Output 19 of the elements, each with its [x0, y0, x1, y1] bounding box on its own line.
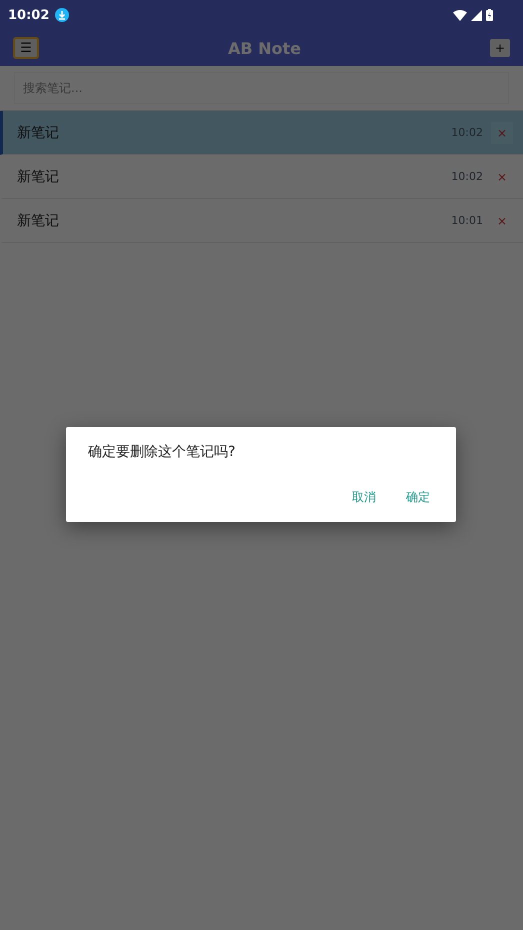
delete-button[interactable]: × — [491, 122, 513, 144]
status-time: 10:02 — [8, 8, 50, 22]
note-time: 10:02 — [451, 170, 483, 183]
note-title: 新笔记 — [17, 212, 60, 230]
dialog-button[interactable]: 取消 — [342, 483, 386, 512]
delete-button[interactable]: × — [491, 210, 513, 232]
add-button[interactable]: + — [490, 39, 510, 57]
menu-button[interactable]: ☰ — [13, 37, 39, 59]
note-time: 10:01 — [451, 214, 483, 227]
note-title: 新笔记 — [17, 168, 60, 186]
signal-icon — [471, 10, 482, 20]
app-title: AB Note — [226, 38, 302, 58]
delete-button[interactable]: × — [491, 166, 513, 188]
dialog-button[interactable]: 确定 — [396, 483, 440, 512]
download-icon — [55, 8, 70, 22]
dialog-message: 确定要删除这个笔记吗? — [88, 443, 236, 461]
note-title: 新笔记 — [17, 124, 60, 142]
wifi-icon — [453, 10, 467, 20]
battery-icon — [486, 9, 493, 21]
